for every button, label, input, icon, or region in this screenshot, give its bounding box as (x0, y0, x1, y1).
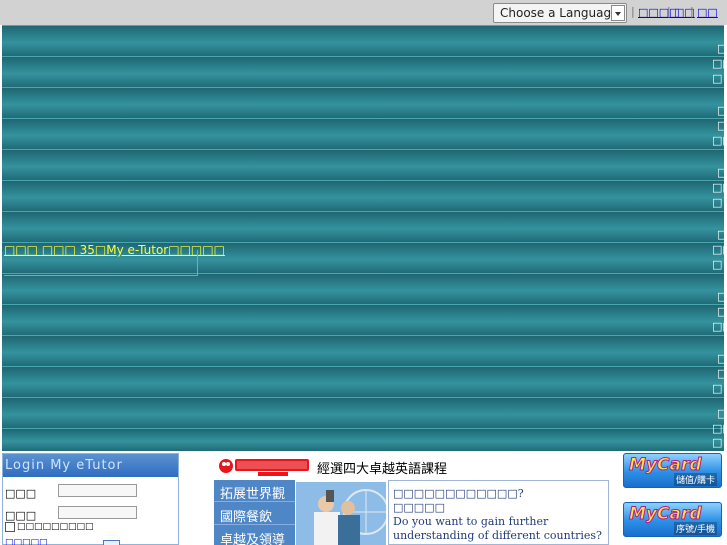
banner-glyph: □ (717, 407, 727, 420)
banner-glyph: □□ (712, 57, 727, 70)
forgot-password-link[interactable]: □□□□□ (5, 538, 48, 545)
top-link-3[interactable]: □□ (697, 6, 718, 19)
mycard-caption: 儲值/購卡 (673, 473, 717, 486)
promo-textbox: □□□□□□□□□□□□? □□□□□ Do you want to gain … (388, 480, 609, 545)
banner-glyph: □ (717, 352, 727, 365)
banner-glyph: □□ (712, 181, 727, 194)
banner-stripe (2, 304, 724, 335)
banner-stripe (2, 335, 724, 366)
top-bar: Choose a Language | □□□□ | □□ | □□ (0, 0, 727, 25)
owl-icon (219, 459, 233, 473)
promo-text-line: □□□□□□□□□□□□? (393, 487, 524, 500)
remember-checkbox[interactable] (5, 522, 15, 532)
banner-glyph: □ (712, 72, 723, 85)
promo-text-line: □□□□□ (393, 501, 445, 514)
separator: | (631, 5, 635, 18)
banner-stripe (2, 118, 724, 149)
marquee-frame (4, 250, 198, 276)
banner-glyph: □ (717, 228, 727, 241)
language-select[interactable]: Choose a Language (493, 3, 627, 23)
login-title: Login My eTutor (5, 458, 123, 473)
password-input[interactable] (58, 506, 137, 519)
mycard-ad-1[interactable]: MyCard 儲值/購卡 (623, 453, 722, 488)
banner-glyph: □□ (712, 134, 727, 147)
banner-glyph: □ (717, 42, 727, 55)
promo-heading: 經選四大卓越英語課程 (317, 462, 448, 477)
banner-stripe (2, 87, 724, 118)
banner-glyph: □ (717, 104, 727, 117)
banner-stripe (2, 366, 724, 397)
language-select-value: Choose a Language (500, 6, 619, 20)
banner-glyph: □□ (712, 422, 727, 435)
mycard-caption: 序號/手機 (673, 522, 717, 535)
banner-stripe (2, 149, 724, 180)
banner: □ □ □ □ □ □ □ □ □ □ □ □ □ □ □ □ □ □ □ □ □ □ □… (2, 25, 727, 451)
promo-menu-item[interactable]: 卓越及領導 (214, 526, 295, 545)
banner-glyph: □ (717, 305, 727, 318)
banner-glyph: □□ (712, 320, 727, 333)
mycard-ad-2[interactable]: MyCard 序號/手機 (623, 502, 722, 537)
chevron-down-icon[interactable] (611, 5, 625, 21)
banner-glyph: □ (717, 367, 727, 380)
password-label: □□□ (5, 509, 37, 522)
separator: | (690, 5, 694, 18)
login-panel: Login My eTutor □□□ □□□ □□□□□□□□□ □□□□□ (2, 453, 179, 545)
banner-glyph: □ (712, 196, 723, 209)
promo-menu-item[interactable]: 國際餐飲 (214, 503, 295, 525)
banner-stripe (2, 25, 724, 56)
banner-stripe (2, 397, 724, 428)
banner-stripe (2, 428, 724, 451)
banner-stripe (2, 180, 724, 211)
promo-text-line: understanding of different countries? (393, 529, 602, 542)
banner-stripe (2, 273, 724, 304)
banner-glyph: □ (712, 258, 723, 271)
promo-text-line: Do you want to gain further (393, 515, 549, 528)
mycard-logo: MyCard (629, 504, 702, 525)
mycard-logo: MyCard (629, 455, 702, 476)
banner-glyph: □ (712, 436, 723, 449)
account-input[interactable] (58, 484, 137, 497)
banner-glyph: □□ (712, 243, 727, 256)
promo-menu-item[interactable]: 拓展世界觀 (214, 480, 295, 502)
banner-glyph: □ (717, 290, 727, 303)
school-logo[interactable] (218, 455, 312, 477)
banner-glyph: □ (717, 119, 727, 132)
account-label: □□□ (5, 487, 37, 500)
remember-label: □□□□□□□□□ (17, 522, 94, 532)
banner-glyph: □ (717, 166, 727, 179)
banner-glyph: □ (712, 382, 723, 395)
login-button[interactable] (103, 540, 120, 545)
separator: | (667, 5, 671, 18)
promo-photo (296, 482, 386, 545)
banner-stripe (2, 56, 724, 87)
login-header: Login My eTutor (3, 454, 178, 477)
promo-menu: 拓展世界觀 國際餐飲 卓越及領導 (214, 480, 295, 545)
banner-stripe (2, 211, 724, 242)
